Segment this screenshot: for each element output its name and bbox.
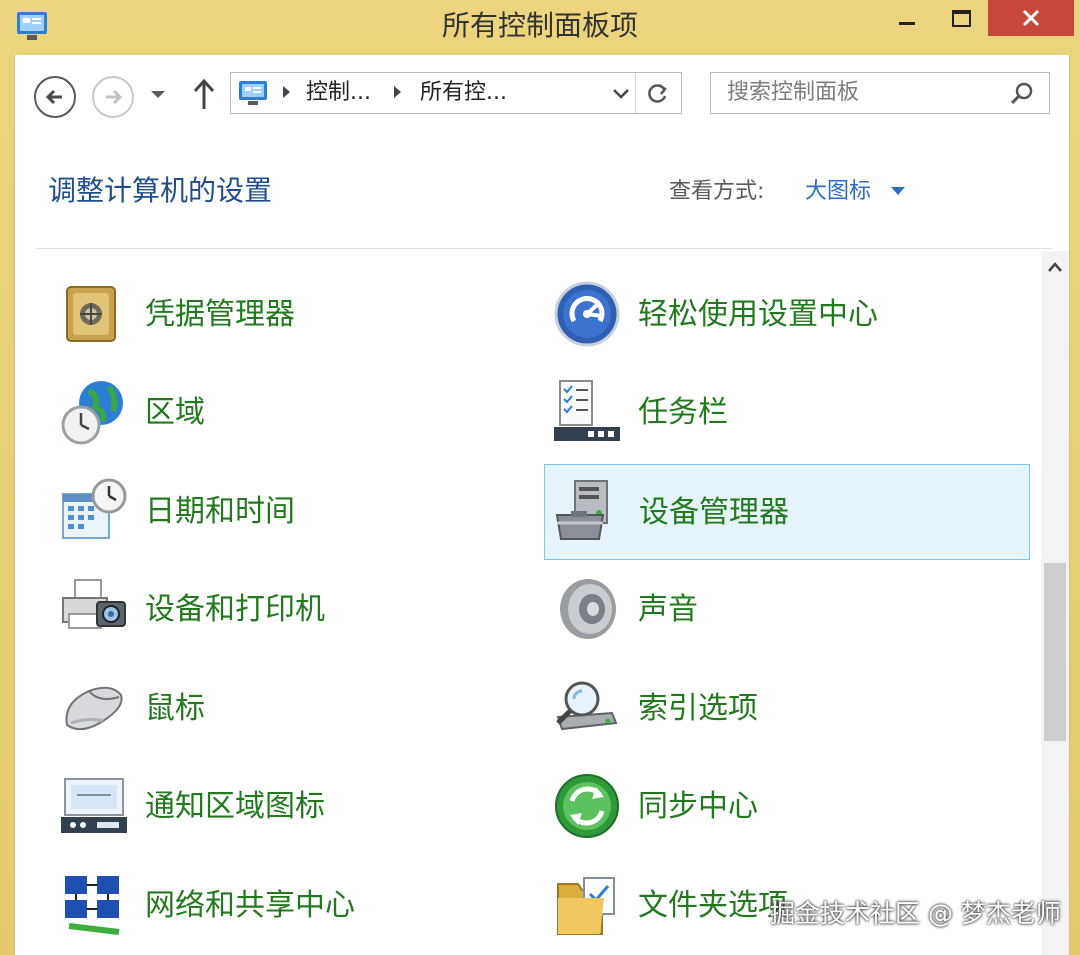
forward-button[interactable]: [92, 76, 134, 118]
sync-center-icon: [555, 774, 619, 838]
item-label: 设备和打印机: [145, 592, 325, 627]
speaker-icon: [560, 579, 616, 639]
item-sound[interactable]: 声音: [544, 562, 1030, 658]
item-mouse[interactable]: 鼠标: [51, 661, 537, 757]
item-label: 索引选项: [638, 691, 758, 726]
item-label: 同步中心: [638, 789, 758, 824]
item-credential-manager[interactable]: 凭据管理器: [51, 267, 537, 363]
item-region[interactable]: 区域: [51, 365, 537, 461]
folder-options-icon: [557, 877, 615, 935]
search-placeholder: 搜索控制面板: [727, 80, 860, 105]
item-label: 任务栏: [638, 395, 728, 430]
network-sharing-icon: [65, 876, 120, 935]
calendar-clock-icon: [62, 478, 127, 539]
notification-area-icon: [61, 778, 127, 833]
page-title: 调整计算机的设置: [48, 174, 273, 207]
divider: [36, 248, 1052, 249]
mouse-icon: [65, 686, 123, 731]
window-content: 控制... 所有控... 搜索控制面板 调整计算机的设置 查看方式: 大图标 凭…: [14, 55, 1070, 955]
item-label: 区域: [145, 395, 205, 430]
vertical-scrollbar[interactable]: [1041, 251, 1069, 955]
breadcrumb-separator-icon[interactable]: [283, 86, 290, 98]
region-globe-clock-icon: [61, 381, 123, 445]
item-label: 网络和共享中心: [145, 888, 355, 923]
chevron-down-icon[interactable]: [611, 83, 631, 103]
item-label: 日期和时间: [145, 494, 295, 529]
item-label: 设备管理器: [639, 495, 789, 530]
search-input[interactable]: 搜索控制面板: [710, 72, 1050, 114]
view-by-dropdown[interactable]: 大图标: [805, 177, 871, 207]
up-arrow-icon[interactable]: [191, 77, 217, 111]
watermark: 掘金技术社区 @ 梦杰老师: [770, 899, 1061, 928]
magnifier-drive-icon: [556, 681, 618, 731]
item-sync-center[interactable]: 同步中心: [544, 759, 1030, 855]
item-devices-printers[interactable]: 设备和打印机: [51, 562, 537, 658]
item-indexing-options[interactable]: 索引选项: [544, 661, 1030, 757]
close-icon: [1022, 9, 1040, 27]
recent-locations-chevron-down-icon[interactable]: [148, 85, 168, 103]
item-notification-area-icons[interactable]: 通知区域图标: [51, 759, 537, 855]
view-by-label: 查看方式:: [669, 179, 765, 204]
item-label: 声音: [638, 592, 698, 627]
item-device-manager[interactable]: 设备管理器: [544, 464, 1030, 560]
item-label: 文件夹选项: [638, 888, 788, 923]
control-panel-icon: [239, 81, 267, 105]
back-arrow-icon: [45, 89, 62, 105]
item-label: 凭据管理器: [145, 297, 295, 332]
maximize-button[interactable]: [934, 0, 986, 36]
scroll-up-chevron-icon[interactable]: [1041, 251, 1069, 283]
item-label: 通知区域图标: [145, 789, 325, 824]
address-bar[interactable]: 控制... 所有控...: [230, 72, 682, 114]
item-taskbar[interactable]: 任务栏: [544, 365, 1030, 461]
device-manager-icon: [555, 480, 608, 540]
forward-arrow-icon: [106, 89, 123, 105]
search-icon[interactable]: [1009, 81, 1035, 107]
printer-camera-icon: [62, 579, 126, 629]
taskbar-checklist-icon: [554, 380, 620, 441]
close-button[interactable]: [988, 0, 1074, 36]
item-ease-of-access[interactable]: 轻松使用设置中心: [544, 267, 1030, 363]
window-frame: 所有控制面板项 控制... 所有控... 搜索控制面板 调整计算机的设置 查看方…: [0, 0, 1080, 955]
minimize-button[interactable]: [880, 0, 932, 36]
back-button[interactable]: [34, 76, 76, 118]
ease-of-access-icon: [554, 281, 620, 347]
breadcrumb-item[interactable]: 所有控...: [420, 79, 507, 107]
item-label: 鼠标: [145, 691, 205, 726]
credential-vault-icon: [66, 286, 116, 342]
scrollbar-thumb[interactable]: [1044, 563, 1066, 741]
item-date-time[interactable]: 日期和时间: [51, 464, 537, 560]
caret-down-icon[interactable]: [891, 187, 905, 195]
item-network-sharing-center[interactable]: 网络和共享中心: [51, 858, 537, 954]
refresh-icon[interactable]: [644, 81, 670, 107]
title-bar[interactable]: 所有控制面板项: [0, 0, 1080, 55]
breadcrumb-separator-icon[interactable]: [394, 86, 401, 98]
divider: [635, 73, 636, 113]
breadcrumb-item[interactable]: 控制...: [306, 79, 371, 107]
item-label: 轻松使用设置中心: [638, 297, 878, 332]
